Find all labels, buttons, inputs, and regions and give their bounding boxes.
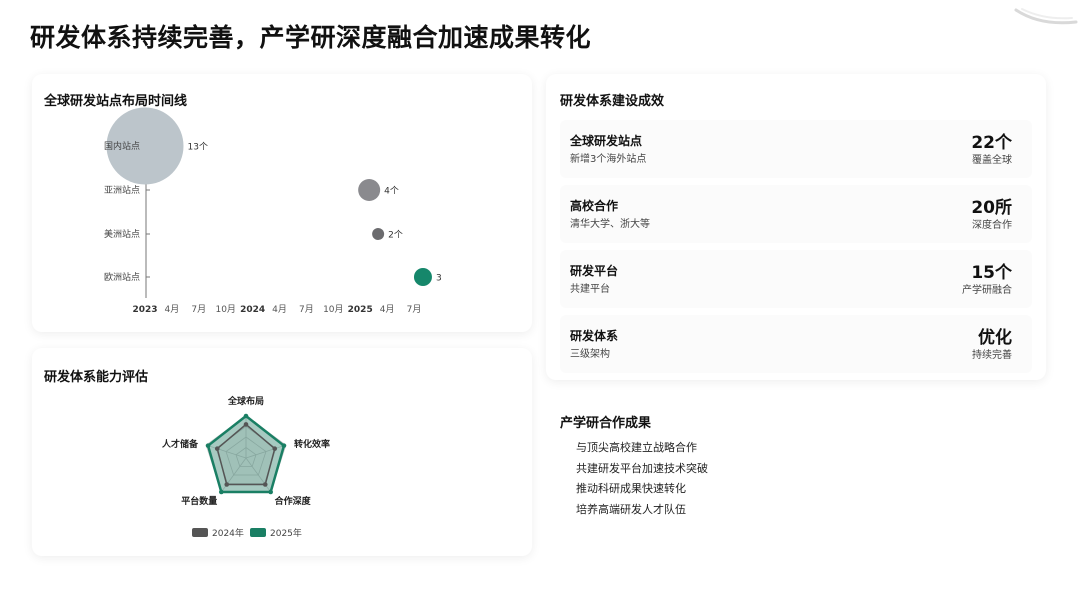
metric-value: 22个 (971, 133, 1012, 153)
radar-axis-label: 平台数量 (181, 495, 217, 507)
metric-row-global-sites: 全球研发站点 新增3个海外站点 22个 覆盖全球 (560, 120, 1032, 178)
metric-note: 产学研融合 (962, 285, 1012, 296)
bubble-label: 2个 (388, 230, 403, 241)
metric-note: 持续完善 (972, 350, 1012, 361)
metric-label: 全球研发站点 (570, 134, 643, 148)
metric-value: 20所 (971, 198, 1012, 218)
legend-swatch (192, 528, 208, 537)
x-tick-label: 4月 (380, 304, 395, 315)
page-title: 研发体系持续完善，产学研深度融合加速成果转化 (30, 23, 592, 52)
x-tick-label: 7月 (191, 304, 206, 315)
legend-label: 2025年 (270, 527, 302, 539)
x-tick-label: 2023 (132, 305, 157, 315)
bubble-point (358, 179, 381, 201)
metric-row-system: 研发体系 三级架构 优化 持续完善 (560, 315, 1032, 373)
list-item: 推动科研成果快速转化 (576, 482, 686, 495)
list-item: 与顶尖高校建立战略合作 (576, 441, 697, 454)
metric-sub: 三级架构 (570, 349, 610, 360)
bubble-label: 3 (436, 274, 442, 284)
list-item: 共建研发平台加速技术突破 (576, 461, 708, 475)
x-tick-label: 4月 (165, 304, 180, 315)
radar-point (224, 482, 230, 487)
metric-sub: 新增3个海外站点 (570, 154, 647, 165)
metric-note: 深度合作 (972, 220, 1012, 231)
collab-card: 产学研合作成果 与顶尖高校建立战略合作 共建研发平台加速技术突破 推动科研成果快… (546, 396, 1046, 536)
corner-swoosh-decoration (1014, 8, 1078, 25)
results-card-title: 研发体系建设成效 (560, 94, 665, 109)
radar-axis-label: 合作深度 (275, 495, 312, 507)
x-tick-label: 2024 (240, 305, 265, 315)
y-category-label: 国内站点 (104, 140, 140, 152)
radar-point (243, 413, 249, 419)
timeline-bubble-chart: 13个 4个 2个 3 国内站点亚洲站点美洲站点欧洲站点 2023 4月 7月 10月 2024 4… (104, 107, 442, 315)
metric-sub: 清华大学、浙大等 (570, 219, 650, 230)
timeline-card: 全球研发站点布局时间线 13个 4个 2个 3 国内站点 亚洲站点 美洲站点 欧洲站点 2023… (32, 74, 532, 332)
y-category-label: 美洲站点 (104, 228, 140, 240)
x-tick-label: 4月 (272, 304, 287, 315)
radar-point (205, 443, 211, 448)
metric-label: 研发平台 (570, 264, 619, 278)
legend-swatch (250, 528, 266, 537)
radar-point (243, 422, 249, 427)
radar-point (219, 489, 224, 495)
radar-card: 研发体系能力评估 全球布局 转化效率 合作深度 平台数量 人才储备 2024年 2025年 (32, 348, 532, 556)
y-category-label: 亚洲站点 (104, 184, 140, 196)
collab-list: 与顶尖高校建立战略合作 共建研发平台加速技术突破 推动科研成果快速转化 培养高端… (576, 438, 708, 520)
list-item: 培养高端研发人才队伍 (576, 502, 686, 516)
radar-point (281, 443, 287, 448)
bubble-label: 4个 (384, 186, 399, 197)
collab-card-title: 产学研合作成果 (560, 416, 652, 431)
results-card: 研发体系建设成效 全球研发站点 新增3个海外站点 22个 覆盖全球 高校合作 清… (546, 74, 1046, 380)
radar-point (214, 446, 220, 451)
metric-row-university: 高校合作 清华大学、浙大等 20所 深度合作 (560, 185, 1032, 243)
y-category-label: 欧洲站点 (104, 271, 140, 283)
metric-note: 覆盖全球 (972, 155, 1012, 166)
x-tick-label: 10月 (215, 304, 235, 315)
bubble-point (372, 228, 385, 240)
radar-point (268, 489, 273, 495)
legend-label: 2024年 (212, 527, 244, 539)
metric-sub: 共建平台 (570, 284, 610, 295)
radar-point (272, 446, 278, 451)
x-tick-label: 7月 (299, 304, 314, 315)
x-tick-label: 10月 (323, 304, 343, 315)
metric-row-platform: 研发平台 共建平台 15个 产学研融合 (560, 250, 1032, 308)
metric-value: 优化 (978, 328, 1012, 348)
radar-chart: 全球布局转化效率合作深度 平台数量 人才储备 2024年 2025年 (161, 395, 330, 539)
metric-value: 15个 (971, 263, 1012, 283)
radar-point (262, 482, 268, 487)
bubble-point (413, 268, 432, 286)
metric-label: 研发体系 (570, 329, 619, 343)
bubble-label: 13个 (188, 142, 208, 153)
x-tick-label: 7月 (407, 304, 422, 315)
metric-label: 高校合作 (570, 199, 619, 213)
radar-axis-label: 转化效率 (294, 438, 330, 450)
radar-axis-label: 全球布局 (227, 395, 264, 407)
x-tick-label: 2025 (348, 305, 373, 315)
radar-axis-label: 人才储备 (161, 438, 199, 450)
